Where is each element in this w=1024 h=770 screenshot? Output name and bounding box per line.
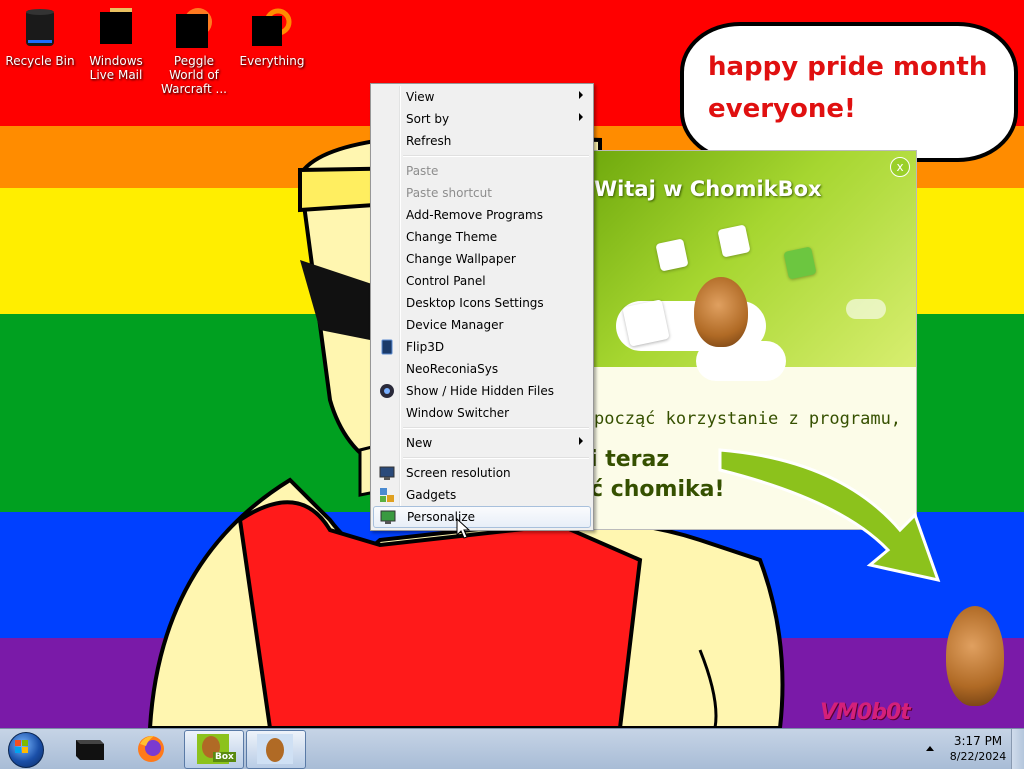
menu-item-change-wallpaper[interactable]: Change Wallpaper [373,248,591,270]
show-hidden-icons-icon[interactable] [926,746,934,751]
submenu-arrow-icon [579,437,583,445]
chomikbox-badge: Box [213,752,236,762]
menu-item-label: Paste [406,164,439,178]
icon-label: Recycle Bin [5,54,75,68]
watermark: VM0b0t [820,700,911,725]
show-desktop-button[interactable] [1011,729,1024,769]
taskbar-firefox[interactable] [122,730,180,767]
icon-label: Windows Live Mail [89,54,143,82]
black-box-icon [76,740,104,760]
menu-item-label: Add-Remove Programs [406,208,543,222]
book-tile-icon [783,246,817,280]
close-icon[interactable]: x [890,157,910,177]
menu-item-neoreconiasys[interactable]: NeoReconiaSys [373,358,591,380]
menu-item-add-remove-programs[interactable]: Add-Remove Programs [373,204,591,226]
photo-tile-icon [655,238,689,272]
taskbar-recycle-app[interactable] [60,730,118,767]
menu-item-label: Sort by [406,112,450,126]
menu-item-label: Desktop Icons Settings [406,296,544,310]
desktop-icon-everything[interactable]: Everything [234,4,310,68]
desktop-icon-windows-live-mail[interactable]: Windows Live Mail [78,4,154,82]
menu-item-show-hide-hidden-files[interactable]: Show / Hide Hidden Files [373,380,591,402]
menu-item-label: Paste shortcut [406,186,492,200]
gadgets-icon [379,487,395,503]
menu-item-paste-shortcut: Paste shortcut [373,182,591,204]
menu-item-flip3d[interactable]: Flip3D [373,336,591,358]
menu-item-gadgets[interactable]: Gadgets [373,484,591,506]
menu-separator [403,427,589,429]
firefox-icon [138,736,164,762]
system-tray: 3:17 PM 8/22/2024 [918,729,1024,769]
context-menu[interactable]: View Sort by Refresh Paste Paste shortcu… [370,83,594,531]
image-tile-icon [717,224,751,258]
menu-item-refresh[interactable]: Refresh [373,130,591,152]
menu-item-desktop-icons-settings[interactable]: Desktop Icons Settings [373,292,591,314]
submenu-arrow-icon [579,91,583,99]
menu-item-label: Change Wallpaper [406,252,516,266]
taskbar-chomikbox[interactable]: Box [184,730,244,769]
menu-item-label: New [406,436,433,450]
windows-logo-icon [15,740,28,753]
menu-item-screen-resolution[interactable]: Screen resolution [373,462,591,484]
menu-item-label: Gadgets [406,488,457,502]
menu-item-paste: Paste [373,160,591,182]
hidden-files-icon [379,383,395,399]
menu-item-label: Flip3D [406,340,445,354]
music-tile-icon [622,299,670,347]
peggle-icon [174,8,214,48]
chomikbox-text: począć korzystanie z programu, [594,409,902,429]
menu-item-change-theme[interactable]: Change Theme [373,226,591,248]
everything-search-icon [252,8,292,48]
clock-date[interactable]: 8/22/2024 [944,750,1012,763]
cloud-shape [696,341,786,381]
menu-item-label: View [406,90,435,104]
desktop-icon-peggle[interactable]: Peggle World of Warcraft ... [156,4,232,96]
menu-separator [403,155,589,157]
recycle-bin-icon [20,8,60,48]
personalize-icon [380,509,396,525]
cloud-shape [846,299,886,319]
menu-item-label: Device Manager [406,318,504,332]
menu-item-label: Screen resolution [406,466,511,480]
start-button[interactable] [4,731,46,768]
submenu-arrow-icon [579,113,583,121]
taskbar-hamster[interactable] [246,730,306,769]
hamster-desktop-mascot[interactable] [946,606,1004,706]
flip3d-icon [379,339,395,355]
menu-item-label: Change Theme [406,230,498,244]
menu-item-device-manager[interactable]: Device Manager [373,314,591,336]
menu-item-label: NeoReconiaSys [406,362,499,376]
chomikbox-text: i teraz [590,447,670,472]
screen-resolution-icon [379,465,395,481]
bubble-text: happy pride month everyone! [708,52,988,124]
menu-item-personalize[interactable]: Personalize [373,506,591,528]
chomikbox-title: Witaj w ChomikBox [594,177,822,201]
icon-label: Everything [239,54,305,68]
menu-separator [403,457,589,459]
menu-item-sort-by[interactable]: Sort by [373,108,591,130]
menu-item-window-switcher[interactable]: Window Switcher [373,402,591,424]
desktop-icon-recycle-bin[interactable]: Recycle Bin [2,4,78,68]
hamster-icon [257,734,293,764]
menu-item-label: Refresh [406,134,452,148]
menu-item-view[interactable]: View [373,86,591,108]
menu-item-label: Window Switcher [406,406,510,420]
icon-label: Peggle World of Warcraft ... [161,54,227,96]
menu-item-label: Control Panel [406,274,486,288]
speech-bubble: happy pride month everyone! [680,22,1018,162]
menu-item-new[interactable]: New [373,432,591,454]
green-arrow [718,448,941,583]
menu-item-control-panel[interactable]: Control Panel [373,270,591,292]
menu-item-label: Show / Hide Hidden Files [406,384,554,398]
hamster-mascot [694,277,748,347]
windows-live-mail-icon [96,8,136,48]
clock-time[interactable]: 3:17 PM [948,734,1008,748]
taskbar: Box 3:17 PM 8/22/2024 [0,728,1024,769]
mouse-cursor-icon [456,518,471,539]
